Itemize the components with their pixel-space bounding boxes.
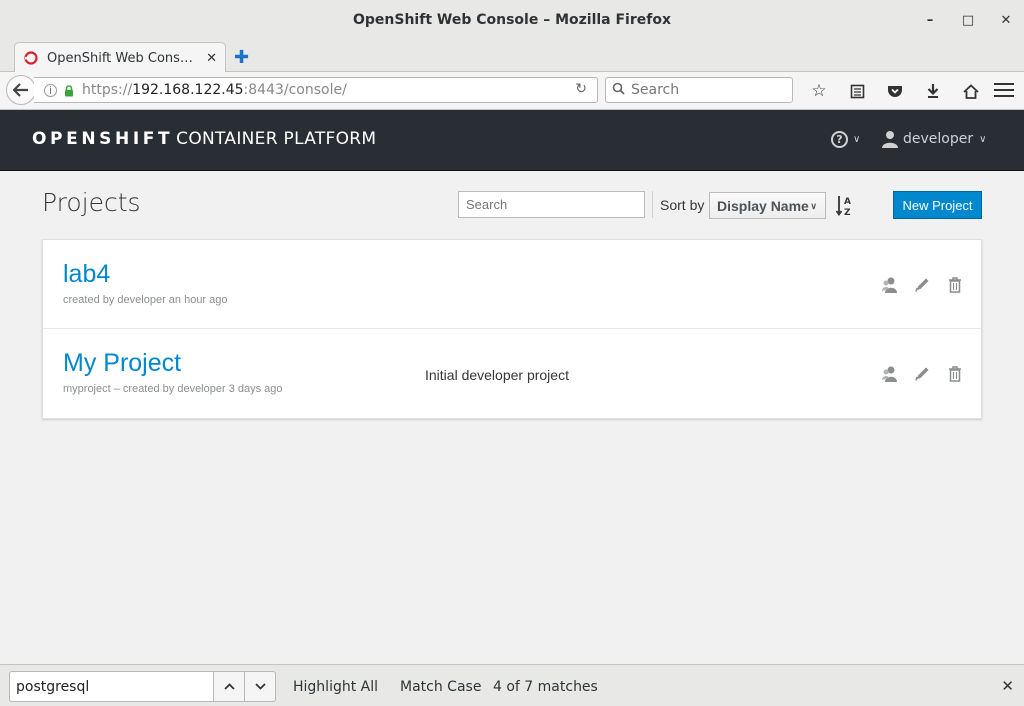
chevron-down-icon: ∨ xyxy=(979,133,987,145)
reload-icon[interactable]: ↻ xyxy=(575,81,587,97)
window-controls: – □ ✕ xyxy=(920,8,1016,32)
project-meta: myproject – created by developer 3 days … xyxy=(63,383,283,395)
edit-pencil-icon[interactable] xyxy=(914,365,931,382)
toolbar-icons: ☆ xyxy=(800,78,990,104)
url-path: :8443/console/ xyxy=(243,82,347,98)
divider xyxy=(652,191,653,218)
menu-icon[interactable] xyxy=(992,80,1016,100)
close-tab-icon[interactable]: ✕ xyxy=(206,51,217,66)
home-icon[interactable] xyxy=(952,78,990,104)
chevron-down-icon xyxy=(254,683,266,690)
user-name: developer xyxy=(903,131,974,147)
find-next-button[interactable] xyxy=(244,671,276,702)
download-icon[interactable] xyxy=(914,78,952,104)
list-item: lab4 created by developer an hour ago xyxy=(43,240,981,329)
openshift-favicon-icon xyxy=(23,50,39,66)
browser-tab[interactable]: OpenShift Web Cons… ✕ xyxy=(14,42,226,73)
minimize-icon[interactable]: – xyxy=(920,8,940,32)
bookmark-star-icon[interactable]: ☆ xyxy=(800,78,838,104)
maximize-icon[interactable]: □ xyxy=(958,8,978,32)
window-titlebar: OpenShift Web Console – Mozilla Firefox … xyxy=(0,0,1024,40)
project-name-link[interactable]: lab4 xyxy=(63,260,110,289)
reader-list-icon[interactable] xyxy=(838,78,876,104)
row-actions xyxy=(882,276,963,293)
navigation-toolbar: i https://192.168.122.45:8443/console/ ↻… xyxy=(0,72,1024,110)
search-icon xyxy=(612,82,625,99)
chevron-down-icon: ∨ xyxy=(810,201,817,211)
membership-icon[interactable] xyxy=(882,276,899,293)
sort-alpha-ascending-icon[interactable]: AZ xyxy=(835,195,854,218)
svg-text:A: A xyxy=(844,197,851,207)
membership-icon[interactable] xyxy=(882,365,899,382)
new-project-button[interactable]: New Project xyxy=(893,191,982,219)
close-window-icon[interactable]: ✕ xyxy=(996,8,1016,32)
user-menu[interactable]: developer ∨ xyxy=(882,130,986,148)
window-title: OpenShift Web Console – Mozilla Firefox xyxy=(353,12,671,28)
row-actions xyxy=(882,365,963,382)
back-arrow-icon xyxy=(13,83,28,97)
search-bar[interactable]: Search xyxy=(605,77,793,103)
edit-pencil-icon[interactable] xyxy=(914,276,931,293)
chevron-down-icon: ∨ xyxy=(853,134,861,145)
sort-select[interactable]: Display Name ∨ xyxy=(709,192,826,219)
search-placeholder: Search xyxy=(631,82,680,98)
match-case-toggle[interactable]: Match Case xyxy=(400,679,481,695)
pocket-icon[interactable] xyxy=(876,78,914,104)
find-previous-button[interactable] xyxy=(213,671,245,702)
project-meta: created by developer an hour ago xyxy=(63,294,228,306)
lock-icon xyxy=(64,84,74,96)
delete-trash-icon[interactable] xyxy=(946,365,963,382)
info-icon[interactable]: i xyxy=(44,83,57,97)
url-scheme: https:// xyxy=(82,82,133,98)
brand-bold: OPENSHIFT xyxy=(32,129,174,149)
project-description: Initial developer project xyxy=(425,367,569,383)
url-bar[interactable]: i https://192.168.122.45:8443/console/ ↻ xyxy=(34,77,598,103)
svg-text:Z: Z xyxy=(844,208,851,217)
sort-value: Display Name xyxy=(717,197,809,214)
help-menu[interactable]: ? ∨ xyxy=(831,131,860,148)
delete-trash-icon[interactable] xyxy=(946,276,963,293)
list-item: My Project myproject – created by develo… xyxy=(43,329,981,418)
console-header: OPENSHIFT CONTAINER PLATFORM ? ∨ develope… xyxy=(0,110,1024,171)
help-icon: ? xyxy=(831,131,848,148)
back-button[interactable] xyxy=(6,75,36,105)
project-name-link[interactable]: My Project xyxy=(63,349,181,378)
brand-logo[interactable]: OPENSHIFT CONTAINER PLATFORM xyxy=(32,129,376,149)
new-tab-icon[interactable]: ✚ xyxy=(234,47,249,68)
close-findbar-icon[interactable]: ✕ xyxy=(1001,677,1014,695)
brand-rest: CONTAINER PLATFORM xyxy=(176,129,377,149)
page-title: Projects xyxy=(42,188,141,217)
project-search-input[interactable] xyxy=(458,191,645,218)
tab-bar: OpenShift Web Cons… ✕ ✚ xyxy=(0,40,1024,73)
project-list: lab4 created by developer an hour ago My… xyxy=(42,239,982,419)
user-icon xyxy=(882,130,898,148)
tab-title: OpenShift Web Cons… xyxy=(47,50,193,66)
highlight-all-toggle[interactable]: Highlight All xyxy=(293,679,378,695)
find-input[interactable]: postgresql xyxy=(9,671,214,702)
url-host: 192.168.122.45 xyxy=(132,82,244,98)
sort-label: Sort by xyxy=(660,197,705,213)
match-count: 4 of 7 matches xyxy=(493,679,598,695)
find-bar: postgresql Highlight All Match Case 4 of… xyxy=(0,664,1024,706)
chevron-up-icon xyxy=(223,683,235,690)
